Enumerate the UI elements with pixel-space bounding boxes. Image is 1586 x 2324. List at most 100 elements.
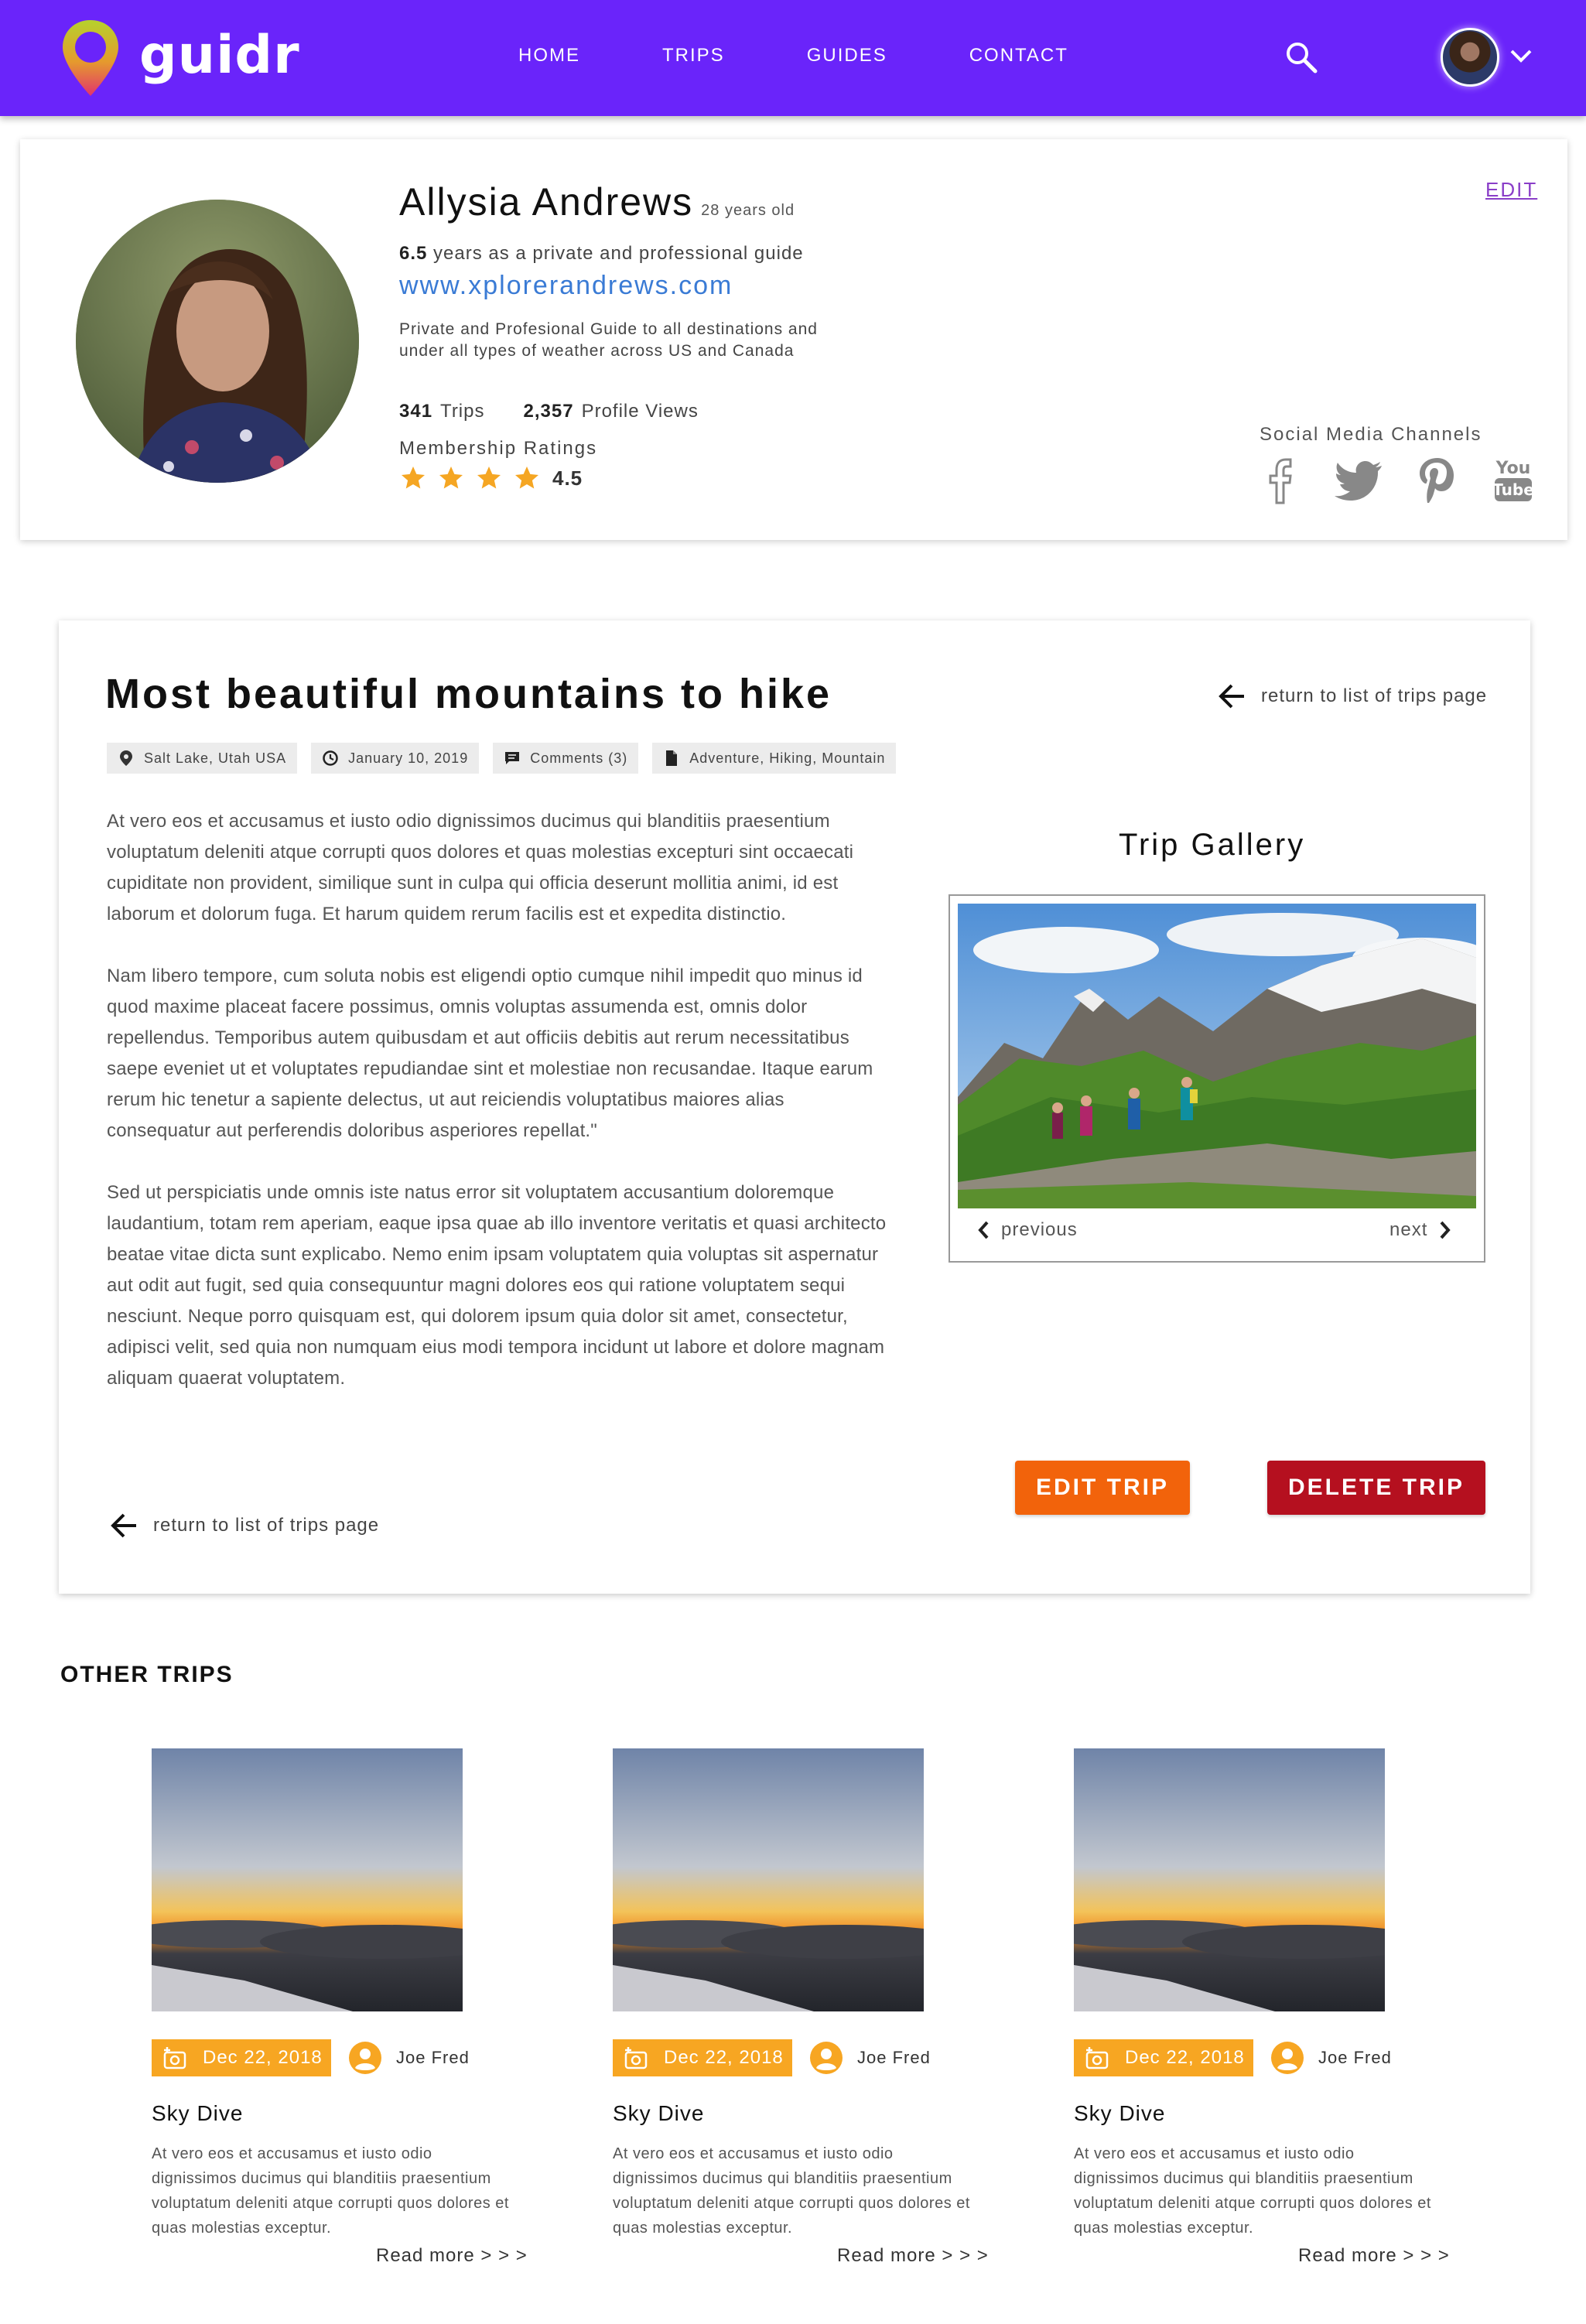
trip-thumbnail[interactable] bbox=[613, 1748, 924, 2011]
gallery-previous-button[interactable]: previous bbox=[976, 1219, 1078, 1241]
star-icon bbox=[515, 467, 538, 489]
star-icon bbox=[402, 467, 425, 489]
chevron-right-icon bbox=[1440, 1221, 1451, 1239]
top-navbar: guidr HOME TRIPS GUIDES CONTACT bbox=[0, 0, 1586, 116]
trip-description: At vero eos et accusamus et iusto odio d… bbox=[107, 806, 888, 1425]
trip-item-title[interactable]: Sky Dive bbox=[152, 2101, 243, 2126]
rating-stars: 4.5 bbox=[399, 464, 583, 492]
profile-age: 28 years old bbox=[701, 202, 795, 219]
trip-author-name: Joe Fred bbox=[857, 2048, 931, 2067]
profile-name: Allysia Andrews 28 years old bbox=[399, 179, 795, 224]
trip-date-badge: Dec 22, 2018 bbox=[613, 2039, 792, 2076]
trips-label: Trips bbox=[440, 401, 485, 422]
other-trip-card[interactable]: Dec 22, 2018 Joe Fred Sky Dive At vero e… bbox=[1074, 1748, 1461, 2290]
nav-contact-link[interactable]: CONTACT bbox=[969, 45, 1068, 67]
trips-stat: 341 Trips bbox=[399, 401, 485, 422]
location-pin-icon bbox=[120, 750, 132, 766]
comments-tag-label: Comments (3) bbox=[530, 750, 628, 766]
trip-item-title[interactable]: Sky Dive bbox=[1074, 2101, 1165, 2126]
trip-author[interactable]: Joe Fred bbox=[809, 2041, 931, 2075]
trips-count: 341 bbox=[399, 401, 433, 422]
return-to-trips-link[interactable]: return to list of trips page bbox=[1216, 682, 1487, 710]
delete-trip-button[interactable]: DELETE TRIP bbox=[1267, 1461, 1485, 1515]
user-circle-icon bbox=[810, 2042, 843, 2074]
youtube-icon[interactable]: You Tube bbox=[1487, 453, 1541, 508]
twitter-icon[interactable] bbox=[1332, 453, 1386, 508]
facebook-icon[interactable] bbox=[1255, 453, 1309, 508]
trip-date-badge: Dec 22, 2018 bbox=[152, 2039, 331, 2076]
trip-gallery: previous next bbox=[949, 894, 1485, 1263]
nav-guides-link[interactable]: GUIDES bbox=[807, 45, 887, 67]
category-tag-label: Adventure, Hiking, Mountain bbox=[689, 750, 886, 766]
svg-text:Tube: Tube bbox=[1492, 480, 1534, 499]
trip-paragraph: Nam libero tempore, cum soluta nobis est… bbox=[107, 965, 873, 1141]
guide-profile-card: Allysia Andrews 28 years old 6.5 years as… bbox=[20, 139, 1567, 540]
other-trip-card[interactable]: Dec 22, 2018 Joe Fred Sky Dive At vero e… bbox=[613, 1748, 1000, 2290]
social-label: Social Media Channels bbox=[1260, 424, 1482, 445]
gallery-image bbox=[958, 904, 1476, 1208]
map-pin-logo-icon[interactable] bbox=[60, 19, 121, 99]
logo-text[interactable]: guidr bbox=[139, 25, 300, 86]
arrow-left-icon bbox=[1219, 684, 1244, 709]
nav-trips-link[interactable]: TRIPS bbox=[662, 45, 725, 67]
gallery-next-label: next bbox=[1389, 1219, 1428, 1240]
user-circle-icon bbox=[349, 2042, 381, 2074]
category-tag: Adventure, Hiking, Mountain bbox=[652, 743, 897, 774]
star-icon bbox=[477, 467, 501, 489]
trip-date: Dec 22, 2018 bbox=[1125, 2047, 1245, 2068]
add-photo-icon bbox=[1085, 2047, 1109, 2069]
profile-stats: 341 Trips 2,357 Profile Views bbox=[399, 401, 737, 422]
social-icons: You Tube bbox=[1255, 453, 1564, 508]
location-tag-label: Salt Lake, Utah USA bbox=[144, 750, 287, 766]
return-text: return to list of trips page bbox=[1261, 685, 1488, 706]
nav-home-link[interactable]: HOME bbox=[518, 45, 580, 67]
read-more-link[interactable]: Read more > > > bbox=[837, 2245, 989, 2267]
read-more-link[interactable]: Read more > > > bbox=[376, 2245, 528, 2267]
profile-name-text: Allysia Andrews bbox=[399, 180, 694, 224]
views-label: Profile Views bbox=[581, 401, 699, 422]
add-photo-icon bbox=[624, 2047, 648, 2069]
pinterest-icon[interactable] bbox=[1410, 453, 1464, 508]
other-trip-card[interactable]: Dec 22, 2018 Joe Fred Sky Dive At vero e… bbox=[152, 1748, 538, 2290]
views-stat: 2,357 Profile Views bbox=[524, 401, 699, 422]
document-icon bbox=[666, 750, 678, 766]
trip-item-description: At vero eos et accusamus et iusto odio d… bbox=[152, 2145, 509, 2237]
user-avatar[interactable] bbox=[1441, 28, 1499, 87]
trip-date: Dec 22, 2018 bbox=[203, 2047, 323, 2068]
location-tag: Salt Lake, Utah USA bbox=[107, 743, 298, 774]
edit-profile-link[interactable]: EDIT bbox=[1485, 178, 1537, 202]
trip-author[interactable]: Joe Fred bbox=[348, 2041, 470, 2075]
trip-item-title[interactable]: Sky Dive bbox=[613, 2101, 704, 2126]
rating-value: 4.5 bbox=[552, 466, 583, 490]
views-count: 2,357 bbox=[523, 401, 574, 422]
other-trips-heading: OTHER TRIPS bbox=[60, 1662, 234, 1687]
trip-thumbnail[interactable] bbox=[1074, 1748, 1385, 2011]
trip-date-badge: Dec 22, 2018 bbox=[1074, 2039, 1253, 2076]
trip-author-name: Joe Fred bbox=[396, 2048, 470, 2067]
trip-item-description: At vero eos et accusamus et iusto odio d… bbox=[613, 2145, 970, 2237]
experience-text: years as a private and professional guid… bbox=[433, 243, 804, 264]
trip-tags: Salt Lake, Utah USA January 10, 2019 Com… bbox=[107, 743, 910, 774]
star-icon bbox=[439, 467, 463, 489]
comments-tag[interactable]: Comments (3) bbox=[493, 743, 639, 774]
experience-years: 6.5 bbox=[399, 243, 428, 264]
chevron-down-icon[interactable] bbox=[1509, 46, 1533, 65]
return-text: return to list of trips page bbox=[153, 1515, 380, 1536]
profile-website-link[interactable]: www.xplorerandrews.com bbox=[399, 271, 733, 301]
read-more-link[interactable]: Read more > > > bbox=[1298, 2245, 1450, 2267]
trip-author[interactable]: Joe Fred bbox=[1270, 2041, 1392, 2075]
return-to-trips-link-bottom[interactable]: return to list of trips page bbox=[108, 1512, 379, 1540]
profile-experience: 6.5 years as a private and professional … bbox=[399, 243, 804, 265]
trip-paragraph: At vero eos et accusamus et iusto odio d… bbox=[107, 811, 854, 924]
gallery-title: Trip Gallery bbox=[1119, 828, 1306, 862]
search-icon[interactable] bbox=[1284, 40, 1318, 74]
ratings-label: Membership Ratings bbox=[399, 438, 598, 459]
gallery-next-button[interactable]: next bbox=[1389, 1219, 1452, 1241]
trip-thumbnail[interactable] bbox=[152, 1748, 463, 2011]
clock-icon bbox=[323, 750, 338, 766]
arrow-left-icon bbox=[111, 1513, 136, 1538]
gallery-previous-label: previous bbox=[1001, 1219, 1078, 1240]
chevron-left-icon bbox=[978, 1221, 989, 1239]
profile-photo bbox=[76, 200, 359, 483]
edit-trip-button[interactable]: EDIT TRIP bbox=[1015, 1461, 1190, 1515]
